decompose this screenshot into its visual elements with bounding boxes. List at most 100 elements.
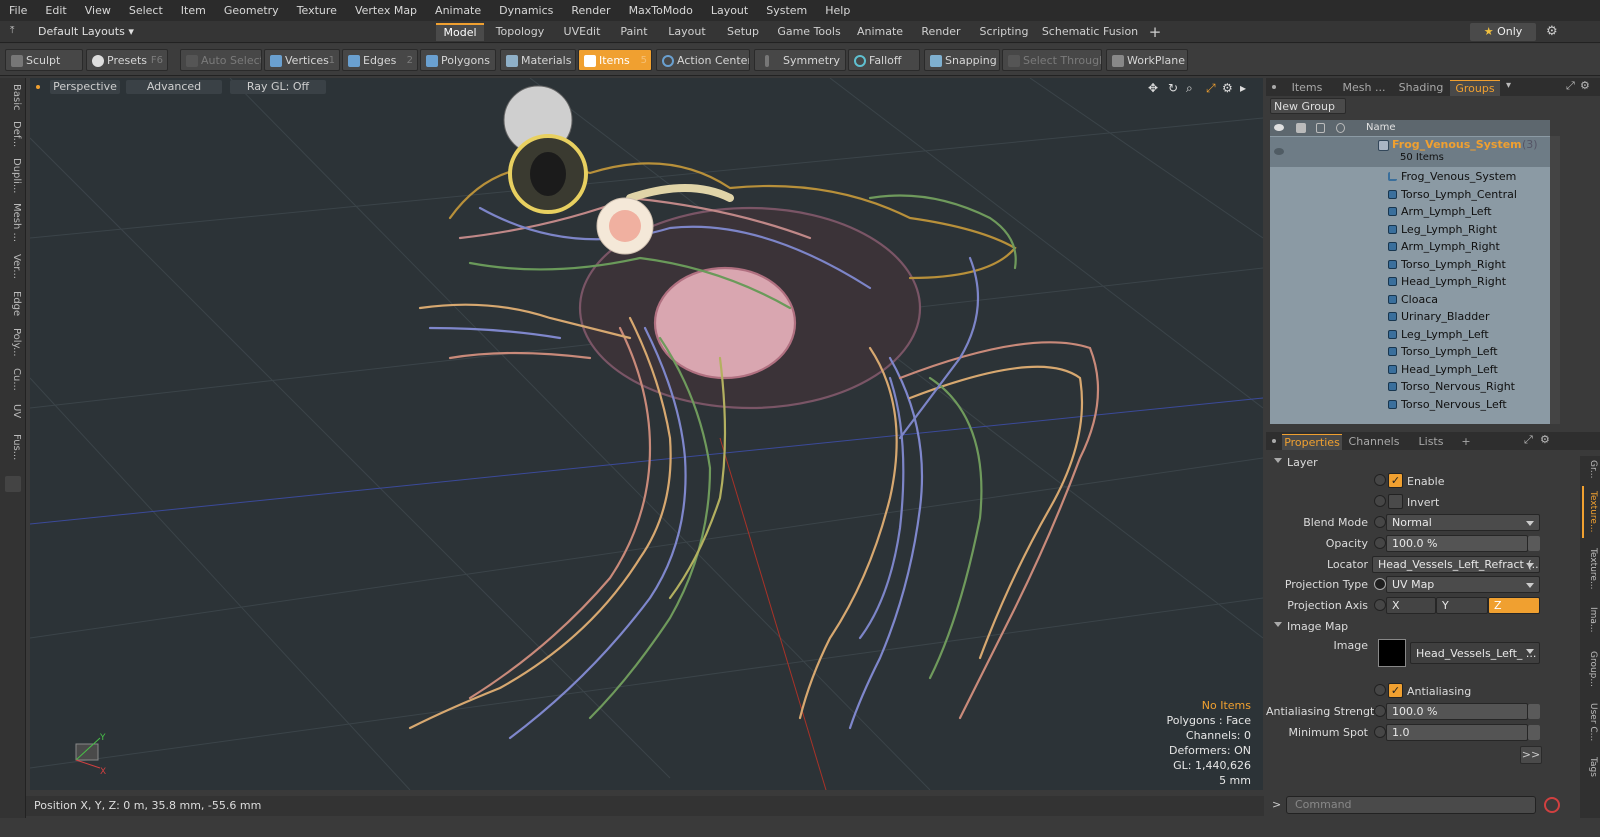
tab-animate[interactable]: Animate — [850, 23, 910, 41]
vertices-button[interactable]: Vertices 1 — [264, 49, 340, 71]
projection-type-radio[interactable] — [1374, 578, 1386, 590]
edges-button[interactable]: Edges 2 — [342, 49, 418, 71]
axis-x-button[interactable]: X — [1386, 597, 1436, 614]
invert-checkbox[interactable] — [1388, 494, 1403, 509]
menu-maxtomodo[interactable]: MaxToModo — [620, 4, 702, 17]
symmetry-button[interactable]: Symmetry — [754, 49, 846, 71]
tab-channels[interactable]: Channels — [1346, 434, 1402, 450]
select-icon[interactable] — [1336, 123, 1345, 133]
aa-strength-radio[interactable] — [1374, 705, 1386, 717]
opacity-radio[interactable] — [1374, 537, 1386, 549]
group-eye-icon[interactable] — [1274, 148, 1284, 155]
blend-mode-dropdown[interactable]: Normal — [1386, 514, 1540, 531]
tab-layout[interactable]: Layout — [660, 23, 714, 41]
left-tab-edge[interactable]: Edge — [4, 288, 22, 320]
tab-setup[interactable]: Setup — [718, 23, 768, 41]
tab-mesh[interactable]: Mesh ... — [1336, 80, 1392, 96]
side-tab-texture-locator[interactable]: Texture... — [1582, 544, 1598, 594]
min-spot-stepper[interactable] — [1528, 725, 1540, 740]
enable-radio[interactable] — [1374, 474, 1386, 486]
viewport-scene[interactable]: ✥ ↻ ⌕ ⤢ ⚙ ▸ Y X — [30, 78, 1263, 790]
image-map-section[interactable]: Image Map — [1274, 620, 1348, 633]
side-tab-group-2[interactable]: Group... — [1582, 646, 1598, 692]
auto-select-button[interactable]: Auto Select — [180, 49, 262, 71]
group-item-list[interactable]: Name Frog_Venous_System (3) 50 Items Fro… — [1270, 120, 1550, 424]
command-input[interactable]: Command — [1286, 796, 1536, 814]
list-item[interactable]: Torso_Nervous_Right — [1270, 378, 1550, 395]
menu-layout[interactable]: Layout — [702, 4, 757, 17]
sculpt-button[interactable]: Sculpt — [5, 49, 83, 71]
side-tab-image[interactable]: Ima... — [1582, 600, 1598, 640]
group-row[interactable]: Frog_Venous_System (3) 50 Items — [1270, 137, 1550, 167]
layer-section[interactable]: Layer — [1274, 456, 1318, 469]
menu-edit[interactable]: Edit — [36, 4, 75, 17]
image-dropdown[interactable]: Head_Vessels_Left_ ... — [1410, 642, 1540, 664]
list-scrollbar[interactable] — [1550, 136, 1560, 424]
tab-shading[interactable]: Shading — [1394, 80, 1448, 96]
tab-lists[interactable]: Lists — [1406, 434, 1456, 450]
tab-paint[interactable]: Paint — [612, 23, 656, 41]
polygons-button[interactable]: Polygons — [420, 49, 496, 71]
left-tab-polygon[interactable]: Poly... — [4, 324, 22, 360]
enable-checkbox[interactable]: ✓ — [1388, 473, 1403, 488]
opacity-field[interactable]: 100.0 % — [1386, 535, 1528, 552]
frog-model[interactable] — [408, 162, 1100, 740]
list-item[interactable]: Torso_Nervous_Left — [1270, 396, 1550, 413]
tab-scripting[interactable]: Scripting — [972, 23, 1036, 41]
snapping-button[interactable]: Snapping — [924, 49, 1000, 71]
list-item[interactable]: Cloaca — [1270, 291, 1550, 308]
tab-game-tools[interactable]: Game Tools — [772, 23, 846, 41]
shading-mode-dropdown[interactable]: Advanced — [126, 80, 222, 94]
left-tab-duplicate[interactable]: Dupli... — [4, 156, 22, 196]
projection-axis-radio[interactable] — [1374, 599, 1386, 611]
axis-y-button[interactable]: Y — [1436, 597, 1488, 614]
menu-geometry[interactable]: Geometry — [215, 4, 288, 17]
add-tab-button[interactable]: + — [1146, 23, 1164, 41]
min-spot-radio[interactable] — [1374, 726, 1386, 738]
tabs-menu-chevron-icon[interactable]: ▾ — [1506, 80, 1511, 91]
side-tab-group[interactable]: Gr... — [1582, 456, 1598, 482]
list-item[interactable]: Leg_Lymph_Left — [1270, 326, 1550, 343]
3d-viewport[interactable]: ✥ ↻ ⌕ ⤢ ⚙ ▸ Y X Perspective Advanced Ray… — [30, 78, 1263, 790]
layout-pin-icon[interactable]: ⤒ — [10, 26, 20, 36]
tab-model[interactable]: Model — [436, 23, 484, 41]
invert-radio[interactable] — [1374, 495, 1386, 507]
properties-gear-icon[interactable]: ⚙ — [1540, 433, 1550, 446]
side-tab-user-channels[interactable]: User C... — [1582, 698, 1598, 746]
side-tab-tags[interactable]: Tags — [1582, 752, 1598, 782]
menu-view[interactable]: View — [76, 4, 120, 17]
projection-type-dropdown[interactable]: UV Map — [1386, 576, 1540, 593]
menu-help[interactable]: Help — [816, 4, 859, 17]
add-properties-tab-button[interactable]: + — [1458, 434, 1474, 450]
axis-z-button[interactable]: Z — [1488, 597, 1540, 614]
tab-schematic-fusion[interactable]: Schematic Fusion — [1040, 23, 1140, 41]
menu-select[interactable]: Select — [120, 4, 172, 17]
menu-item[interactable]: Item — [172, 4, 215, 17]
menu-file[interactable]: File — [0, 4, 36, 17]
left-tab-expand-button[interactable] — [5, 476, 21, 492]
record-icon[interactable] — [1544, 797, 1560, 813]
items-button[interactable]: Items 5 — [578, 49, 652, 71]
tab-items[interactable]: Items — [1280, 80, 1334, 96]
menu-dynamics[interactable]: Dynamics — [490, 4, 562, 17]
blend-mode-radio[interactable] — [1374, 516, 1386, 528]
list-item[interactable]: Arm_Lymph_Left — [1270, 203, 1550, 220]
opacity-stepper[interactable] — [1528, 536, 1540, 551]
tab-properties[interactable]: Properties — [1282, 434, 1342, 450]
menu-render[interactable]: Render — [562, 4, 619, 17]
aa-strength-stepper[interactable] — [1528, 704, 1540, 719]
list-item[interactable]: Arm_Lymph_Right — [1270, 238, 1550, 255]
list-item[interactable]: Frog_Venous_System — [1270, 168, 1550, 185]
left-tab-mesh[interactable]: Mesh ... — [4, 202, 22, 244]
list-item[interactable]: Urinary_Bladder — [1270, 308, 1550, 325]
list-item[interactable]: Head_Lymph_Left — [1270, 361, 1550, 378]
list-item[interactable]: Leg_Lymph_Right — [1270, 221, 1550, 238]
render-icon[interactable] — [1296, 123, 1306, 133]
raygl-toggle[interactable]: Ray GL: Off — [230, 80, 326, 94]
aa-strength-field[interactable]: 100.0 % — [1386, 703, 1528, 720]
list-item[interactable]: Torso_Lymph_Central — [1270, 186, 1550, 203]
left-tab-vertex[interactable]: Ver... — [4, 250, 22, 282]
image-thumbnail[interactable] — [1378, 639, 1406, 667]
only-toggle[interactable]: ★ Only — [1470, 23, 1536, 41]
menu-texture[interactable]: Texture — [288, 4, 346, 17]
